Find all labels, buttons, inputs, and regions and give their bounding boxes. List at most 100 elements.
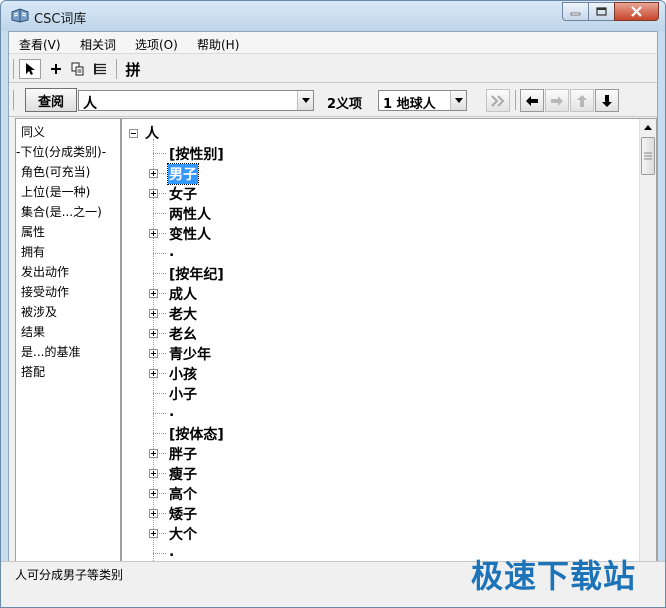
menu-options[interactable]: 选项(O) xyxy=(135,36,178,53)
vertical-scrollbar[interactable] xyxy=(639,119,656,579)
forward-button[interactable] xyxy=(545,89,569,112)
arrow-right-icon xyxy=(551,95,563,106)
lookup-button[interactable]: 查阅 xyxy=(25,88,77,112)
tree-expand-toggle[interactable] xyxy=(149,529,158,538)
tree-node-label[interactable]: 两性人 xyxy=(168,204,212,224)
tree-branch-line xyxy=(153,413,166,414)
tree-branch-line xyxy=(153,393,166,394)
chevron-down-icon xyxy=(454,98,463,103)
tree-node-label[interactable]: 小孩 xyxy=(168,364,198,384)
sense-combobox[interactable]: 1 地球人 xyxy=(378,90,467,112)
menu-related-words[interactable]: 相关词 xyxy=(80,36,116,53)
tree-node-label[interactable]: [按年纪] xyxy=(168,264,225,284)
query-value: 人 xyxy=(83,96,97,112)
sense-dropdown-button[interactable] xyxy=(450,91,466,110)
double-chevron-right-icon xyxy=(491,94,505,107)
relation-role[interactable]: 角色(可充当) xyxy=(21,163,90,180)
close-button[interactable] xyxy=(614,2,659,21)
up-button[interactable] xyxy=(570,89,594,112)
relation-hypernym[interactable]: 上位(是一种) xyxy=(21,183,90,200)
relation-collocation[interactable]: 搭配 xyxy=(21,363,45,380)
tree-expand-toggle[interactable] xyxy=(149,309,158,318)
pinyin-button[interactable]: 拼 xyxy=(122,59,144,79)
tree-node-label[interactable]: 老大 xyxy=(168,304,198,324)
menu-help[interactable]: 帮助(H) xyxy=(197,36,239,53)
tree-expand-toggle[interactable] xyxy=(149,189,158,198)
tree-expand-toggle[interactable] xyxy=(149,469,158,478)
tree-branch-line xyxy=(153,213,166,214)
sense-count-label: 2义项 xyxy=(327,97,363,112)
relation-basis[interactable]: 是...的基准 xyxy=(21,343,80,360)
menu-view[interactable]: 查看(V) xyxy=(19,36,61,53)
tree-expand-toggle[interactable] xyxy=(149,329,158,338)
scroll-thumb[interactable] xyxy=(641,137,655,175)
toolbar-tools: 拼 xyxy=(9,55,657,83)
close-icon xyxy=(631,6,642,17)
minimize-button[interactable] xyxy=(562,2,589,21)
copy-button[interactable] xyxy=(67,59,89,79)
tree-node-label[interactable]: 矮子 xyxy=(168,504,198,524)
tree-expand-toggle[interactable] xyxy=(149,369,158,378)
toolbar-grip xyxy=(13,59,14,79)
toolbar-search: 查阅 人 2义项 1 地球人 xyxy=(9,84,657,117)
toolbar-grip xyxy=(13,90,14,110)
relation-collection[interactable]: 集合(是...之一) xyxy=(21,203,102,220)
down-button[interactable] xyxy=(595,89,619,112)
tree-node-label[interactable]: [按性别] xyxy=(168,144,225,164)
add-button[interactable] xyxy=(45,59,67,79)
tree-node-label[interactable]: 大个 xyxy=(168,524,198,544)
query-combobox[interactable]: 人 xyxy=(78,90,314,112)
relation-action-patient[interactable]: 接受动作 xyxy=(21,283,69,300)
jump-button[interactable] xyxy=(486,89,510,112)
tree-expand-toggle[interactable] xyxy=(149,489,158,498)
client-area: 查看(V) 相关词 选项(O) 帮助(H) 拼 查阅 人 2义项 1 地球人 同… xyxy=(8,31,658,607)
copy-icon xyxy=(71,62,84,76)
relation-possess[interactable]: 拥有 xyxy=(21,243,45,260)
relation-result[interactable]: 结果 xyxy=(21,323,45,340)
tree-expand-toggle[interactable] xyxy=(149,349,158,358)
query-dropdown-button[interactable] xyxy=(297,91,313,110)
cursor-arrow-icon xyxy=(26,63,35,75)
pointer-button[interactable] xyxy=(19,59,41,79)
back-button[interactable] xyxy=(520,89,544,112)
scroll-up-button[interactable] xyxy=(640,119,656,136)
relation-list: 同义 -下位(分成类别)- 角色(可充当) 上位(是一种) 集合(是...之一)… xyxy=(15,118,121,580)
tree-expand-toggle[interactable] xyxy=(149,169,158,178)
tree-node-label[interactable]: 胖子 xyxy=(168,444,198,464)
tree-node-label[interactable]: 高个 xyxy=(168,484,198,504)
tree-expand-toggle[interactable] xyxy=(149,289,158,298)
maximize-button[interactable] xyxy=(588,2,615,21)
tree-expand-toggle[interactable] xyxy=(149,229,158,238)
tree-expand-toggle[interactable] xyxy=(149,449,158,458)
app-window: CSC词库 查看(V) 相关词 选项(O) 帮助(H) 拼 查阅 人 2义项 1… xyxy=(0,0,666,608)
tree-root-label[interactable]: 人 xyxy=(145,123,159,143)
tree-node-label[interactable]: . xyxy=(168,544,175,560)
list-button[interactable] xyxy=(89,59,111,79)
tree-node-label[interactable]: 老幺 xyxy=(168,324,198,344)
tree-node-label[interactable]: 女子 xyxy=(168,184,198,204)
tree-node-label[interactable]: . xyxy=(168,244,175,260)
watermark-text: 极速下载站 xyxy=(471,557,637,595)
tree-branch-line xyxy=(153,553,166,554)
plus-icon xyxy=(51,64,61,74)
tree-collapse-toggle[interactable] xyxy=(129,129,138,138)
tree-node-label[interactable]: 小子 xyxy=(168,384,198,404)
tree-node-label[interactable]: . xyxy=(168,404,175,420)
tree-node-label[interactable]: [按体态] xyxy=(168,424,225,444)
chevron-up-icon xyxy=(644,125,652,130)
relation-involved[interactable]: 被涉及 xyxy=(21,303,57,320)
tree-node-label[interactable]: 青少年 xyxy=(168,344,212,364)
title-bar[interactable]: CSC词库 xyxy=(1,1,665,31)
status-text: 人可分成男子等类别 xyxy=(15,568,124,582)
menu-bar: 查看(V) 相关词 选项(O) 帮助(H) xyxy=(9,32,657,54)
relation-action-agent[interactable]: 发出动作 xyxy=(21,263,69,280)
relation-hyponym[interactable]: -下位(分成类别)- xyxy=(16,143,106,160)
relation-attribute[interactable]: 属性 xyxy=(21,223,45,240)
tree-node-label[interactable]: 成人 xyxy=(168,284,198,304)
tree-node-label[interactable]: 瘦子 xyxy=(168,464,198,484)
relation-synonym[interactable]: 同义 xyxy=(21,123,45,140)
tree-expand-toggle[interactable] xyxy=(149,509,158,518)
tree-node-label[interactable]: 变性人 xyxy=(168,224,212,244)
tree-branch-line xyxy=(153,433,166,434)
tree-node-label-selected[interactable]: 男子 xyxy=(167,163,199,185)
